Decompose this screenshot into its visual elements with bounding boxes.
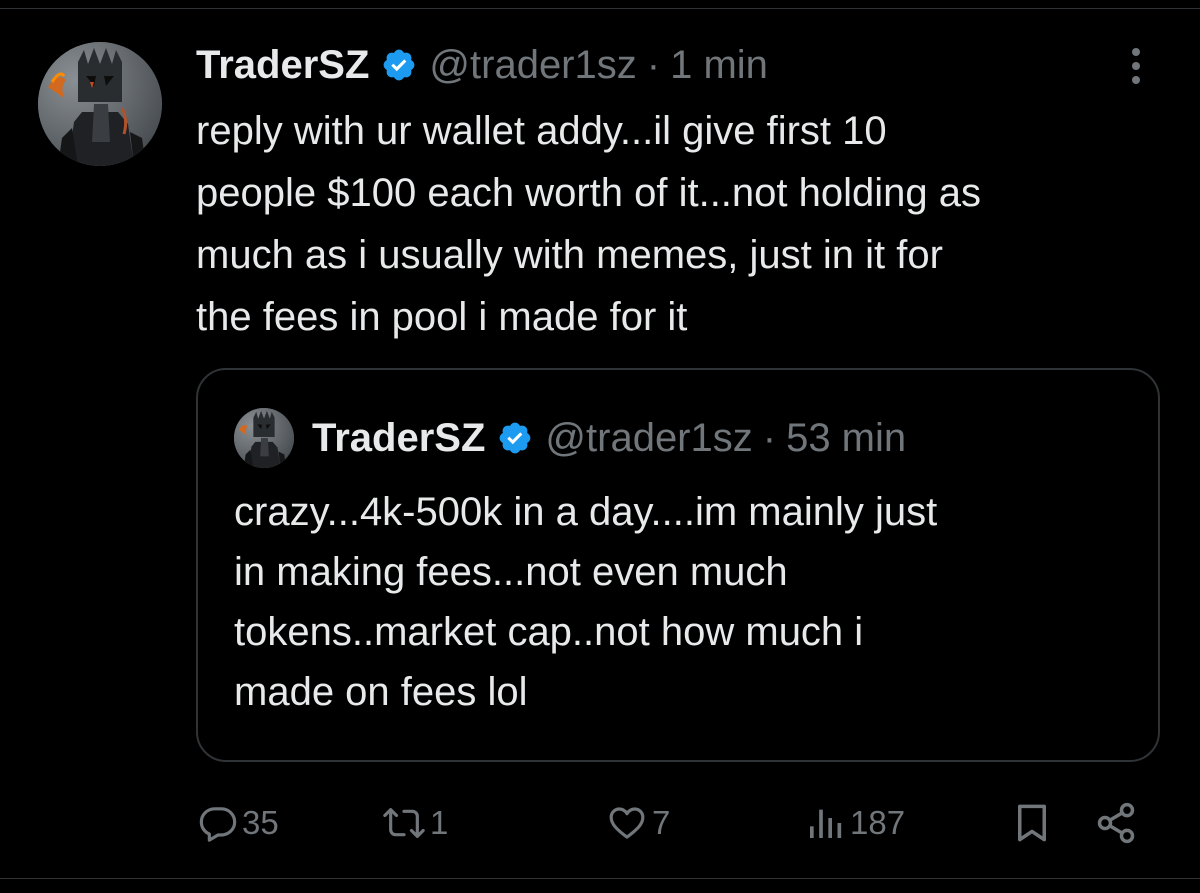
author-handle[interactable]: @trader1sz bbox=[429, 43, 636, 88]
share-button[interactable] bbox=[1094, 796, 1138, 850]
like-count: 7 bbox=[652, 804, 671, 841]
tweet-action-bar: 35 1 7 187 bbox=[196, 796, 1156, 850]
quoted-separator-dot: · bbox=[762, 415, 777, 460]
quoted-author-name: TraderSZ bbox=[312, 415, 486, 460]
views-chart-icon bbox=[810, 809, 842, 838]
share-icon bbox=[1097, 802, 1135, 844]
views-button[interactable]: 187 bbox=[804, 796, 905, 850]
verified-badge-icon bbox=[384, 49, 415, 81]
quoted-avatar-image bbox=[234, 408, 294, 468]
heart-icon bbox=[609, 807, 645, 839]
bookmark-button[interactable] bbox=[1014, 796, 1050, 850]
avatar-image bbox=[38, 42, 162, 166]
author-avatar[interactable] bbox=[38, 42, 162, 166]
quoted-author-handle: @trader1sz bbox=[545, 415, 753, 460]
reply-icon bbox=[199, 807, 237, 842]
bookmark-icon bbox=[1018, 804, 1046, 842]
tweet-timestamp[interactable]: 1 min bbox=[670, 43, 768, 88]
quoted-tweet-card[interactable]: TraderSZ @trader1sz · 53 min crazy...4k-… bbox=[196, 368, 1160, 762]
tweet-text: reply with ur wallet addy...il give firs… bbox=[196, 109, 981, 339]
author-name[interactable]: TraderSZ bbox=[196, 43, 369, 88]
quoted-tweet-header: TraderSZ @trader1sz · 53 min bbox=[312, 408, 906, 468]
tweet-header: TraderSZ @trader1sz · 1 min bbox=[196, 38, 768, 92]
top-divider bbox=[0, 8, 1200, 9]
quoted-author-avatar bbox=[234, 408, 294, 468]
repost-count: 1 bbox=[430, 804, 449, 841]
quoted-tweet-timestamp: 53 min bbox=[786, 415, 907, 460]
reply-button[interactable]: 35 bbox=[198, 796, 279, 850]
quoted-tweet-text: crazy...4k-500k in a day....im mainly ju… bbox=[234, 490, 938, 714]
views-count: 187 bbox=[850, 804, 906, 841]
bottom-divider bbox=[0, 878, 1200, 879]
reply-count: 35 bbox=[242, 804, 279, 841]
repost-button[interactable]: 1 bbox=[382, 796, 448, 850]
separator-dot: · bbox=[646, 42, 661, 87]
repost-icon bbox=[383, 808, 425, 838]
more-vertical-icon[interactable] bbox=[1118, 42, 1154, 90]
like-button[interactable]: 7 bbox=[606, 796, 670, 850]
quoted-verified-badge-icon bbox=[500, 422, 531, 454]
